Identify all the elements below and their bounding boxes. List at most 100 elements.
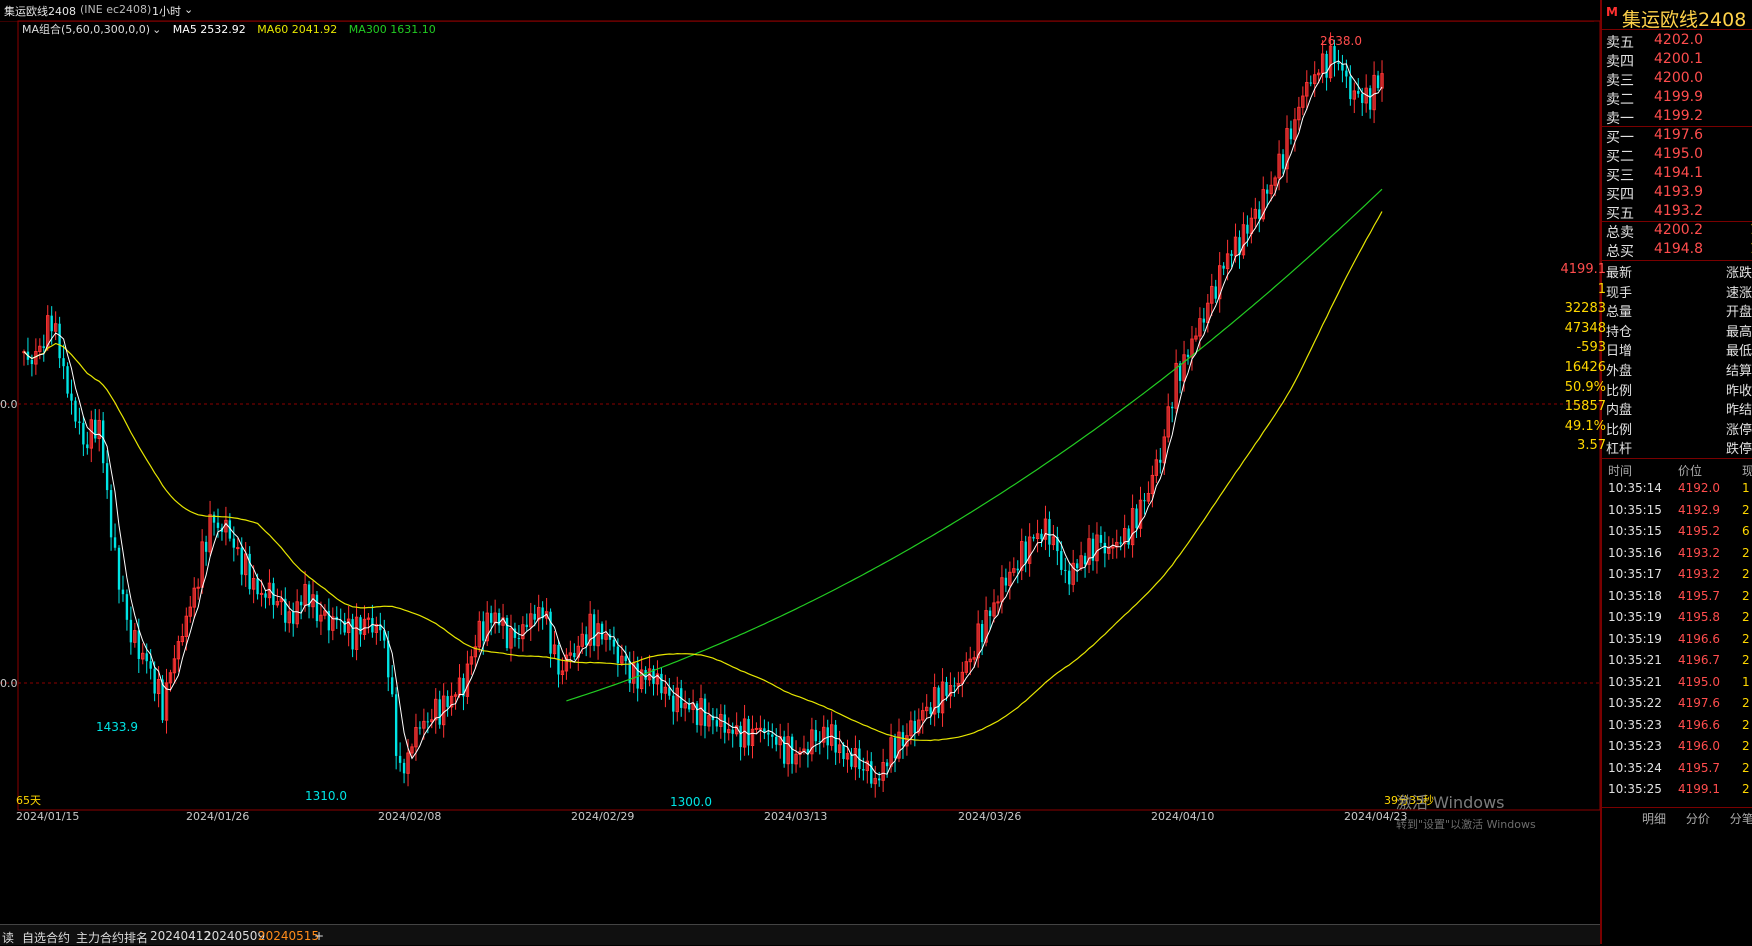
candle-body <box>1159 459 1162 463</box>
candle-body <box>66 366 69 394</box>
ma5-line <box>23 60 1383 776</box>
candle-body <box>232 538 236 548</box>
candle-body <box>299 601 303 606</box>
candlestick-chart[interactable]: 0.0 0.0 1433.9 1310.0 1300.0 2638.0 65天 … <box>0 0 1600 924</box>
candle-body <box>387 640 390 678</box>
candle-body <box>1230 253 1233 256</box>
candle-body <box>1127 528 1130 545</box>
candle-body <box>723 714 726 733</box>
candle-body <box>240 547 243 575</box>
candle-body <box>775 736 778 745</box>
candle-body <box>505 617 509 649</box>
candle-body <box>754 727 759 730</box>
candle-body <box>1024 541 1027 564</box>
candle-body <box>62 358 65 367</box>
candle-body <box>953 685 956 687</box>
candle-body <box>715 720 719 727</box>
candle-body <box>1186 354 1190 357</box>
candle-body <box>913 720 917 733</box>
candle-body <box>129 619 133 643</box>
candle-body <box>1202 318 1206 323</box>
add-tab-icon[interactable]: + <box>314 929 324 943</box>
candle-body <box>771 734 774 737</box>
candle-body <box>259 592 264 595</box>
candle-body <box>94 419 97 439</box>
candle-body <box>862 769 865 771</box>
tab-detail[interactable]: 明细 <box>1642 812 1666 826</box>
x-tick-label: 2024/03/13 <box>764 810 827 823</box>
tab-20240515[interactable]: 20240515 <box>258 929 319 943</box>
candle-body <box>1099 535 1103 543</box>
x-tick-label: 2024/02/08 <box>378 810 441 823</box>
candle-body <box>402 762 406 774</box>
candle-body <box>731 729 734 734</box>
candle-body <box>695 703 699 725</box>
candle-body <box>153 668 156 694</box>
candle-body <box>1281 154 1285 169</box>
candle-body <box>1325 53 1328 78</box>
candle-body <box>517 637 521 639</box>
candle-body <box>1111 546 1115 549</box>
candle-body <box>1016 568 1019 571</box>
tab-main-contract-ranking[interactable]: 主力合约排名 <box>76 929 148 946</box>
candle-body <box>394 694 398 756</box>
panel-title-text: 集运欧线2408 <box>1621 9 1747 31</box>
candle-body <box>1135 508 1138 529</box>
windows-watermark-sub: 转到"设置"以激活 Windows <box>1396 817 1536 831</box>
candle-body <box>929 707 932 714</box>
high-price-label: 2638.0 <box>1320 34 1362 48</box>
y-tick-label: 0.0 <box>0 677 18 690</box>
candle-body <box>1064 569 1067 571</box>
candle-body <box>600 623 604 640</box>
candle-body <box>1309 82 1312 84</box>
candle-body <box>1246 224 1249 234</box>
candle-body <box>533 613 536 620</box>
candle-body <box>747 718 750 746</box>
panel-footer-tabs[interactable]: 明细 分价 分笔 <box>1642 810 1752 827</box>
candle-body <box>1048 519 1051 545</box>
candle-body <box>1214 286 1217 299</box>
candle-body <box>758 727 763 730</box>
candle-body <box>125 594 129 620</box>
candle-body <box>86 444 89 449</box>
candle-body <box>739 725 742 748</box>
candle-body <box>1103 542 1107 554</box>
candle-body <box>1361 93 1364 103</box>
candle-body <box>74 400 77 422</box>
tab-20240509[interactable]: 20240509 <box>204 929 265 943</box>
candle-body <box>78 421 81 423</box>
candle-body <box>113 537 117 548</box>
candle-body <box>767 732 770 735</box>
candle-body <box>1060 551 1063 570</box>
tab-read[interactable]: 读 <box>2 929 14 946</box>
candle-body <box>616 646 620 664</box>
panel-title: M 集运欧线2408 <box>1606 5 1746 32</box>
candle-body <box>398 755 402 763</box>
candle-body <box>573 652 576 658</box>
candle-body <box>612 639 616 647</box>
tab-watchlist[interactable]: 自选合约 <box>22 929 70 946</box>
candle-body <box>782 736 786 764</box>
y-tick-label: 0.0 <box>0 398 18 411</box>
candle-body <box>58 323 61 359</box>
x-tick-label: 2024/02/29 <box>571 810 634 823</box>
candle-body <box>1075 563 1079 569</box>
tab-tick[interactable]: 分笔 <box>1730 812 1752 826</box>
x-tick-label: 2024/01/15 <box>16 810 79 823</box>
candle-body <box>893 737 897 759</box>
ma60-line <box>23 211 1383 742</box>
low-price-label: 1433.9 <box>96 720 138 734</box>
candle-body <box>204 541 208 552</box>
candle-body <box>624 656 627 662</box>
tab-price[interactable]: 分价 <box>1686 812 1710 826</box>
candle-body <box>592 614 596 646</box>
candle-body <box>660 673 663 694</box>
candle-body <box>391 677 394 695</box>
candle-body <box>438 699 441 725</box>
candle-body <box>482 621 485 641</box>
candle-body <box>30 359 34 365</box>
candle-body <box>644 669 647 680</box>
candle-body <box>1349 76 1352 100</box>
candle-body <box>70 393 73 401</box>
tab-20240412[interactable]: 20240412 <box>150 929 211 943</box>
